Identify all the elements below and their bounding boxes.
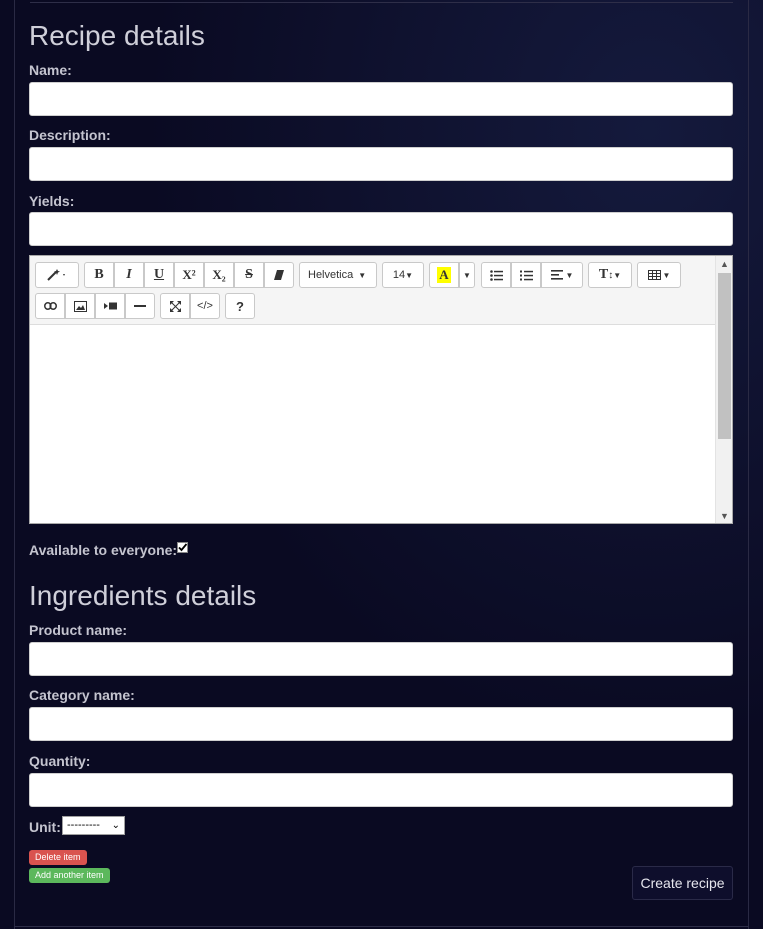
yields-label: Yields:	[29, 193, 75, 209]
font-size-dropdown[interactable]: 14 ▼	[382, 262, 424, 288]
line-height-icon[interactable]: T ↕ ▼	[588, 262, 632, 288]
scrollbar-thumb[interactable]	[718, 273, 731, 439]
recipe-heading: Recipe details	[29, 20, 205, 51]
table-icon[interactable]: ▼	[637, 262, 681, 288]
code-view-icon[interactable]: </>	[190, 293, 220, 319]
unordered-list-icon[interactable]	[481, 262, 511, 288]
help-icon[interactable]: ?	[225, 293, 255, 319]
ordered-list-icon[interactable]	[511, 262, 541, 288]
product-name-label: Product name:	[29, 622, 128, 638]
text-color-icon[interactable]: A	[429, 262, 459, 288]
scroll-up-icon[interactable]: ▲	[716, 257, 733, 271]
ingredients-heading: Ingredients details	[29, 580, 257, 611]
editor-toolbar: B I U X² X₂ S Helvetica ▼ 14 ▼ A ▼ ▼ T ↕…	[30, 256, 716, 325]
category-name-input[interactable]	[29, 707, 733, 741]
quantity-label: Quantity:	[29, 753, 91, 769]
product-name-input[interactable]	[29, 642, 733, 676]
available-label: Available to everyone:	[29, 542, 178, 558]
available-checkbox[interactable]	[177, 542, 188, 553]
chevron-down-icon: ⌄	[111, 820, 120, 831]
name-input[interactable]	[29, 82, 733, 116]
unit-label: Unit:	[29, 819, 61, 835]
description-label: Description:	[29, 127, 111, 143]
underline-button[interactable]: U	[144, 262, 174, 288]
bold-button[interactable]: B	[84, 262, 114, 288]
eraser-icon[interactable]	[264, 262, 294, 288]
delete-item-button[interactable]: Delete item	[29, 850, 87, 865]
editor-content-area[interactable]	[30, 326, 716, 523]
strikethrough-button[interactable]: S	[234, 262, 264, 288]
bottom-divider	[14, 926, 749, 927]
description-input[interactable]	[29, 147, 733, 181]
font-family-dropdown[interactable]: Helvetica ▼	[299, 262, 377, 288]
yields-input[interactable]	[29, 212, 733, 246]
align-icon[interactable]: ▼	[541, 262, 583, 288]
superscript-button[interactable]: X²	[174, 262, 204, 288]
category-name-label: Category name:	[29, 687, 135, 703]
editor-scrollbar[interactable]: ▲ ▼	[715, 256, 732, 523]
fullscreen-icon[interactable]	[160, 293, 190, 319]
link-icon[interactable]	[35, 293, 65, 319]
name-label: Name:	[29, 62, 72, 78]
rich-text-editor: B I U X² X₂ S Helvetica ▼ 14 ▼ A ▼ ▼ T ↕…	[29, 255, 733, 524]
scroll-down-icon[interactable]: ▼	[716, 509, 733, 523]
picture-icon[interactable]	[65, 293, 95, 319]
quantity-input[interactable]	[29, 773, 733, 807]
create-recipe-button[interactable]: Create recipe	[632, 866, 733, 900]
horizontal-rule-icon[interactable]	[125, 293, 155, 319]
checkmark-icon	[178, 543, 188, 552]
dropdown-caret-icon[interactable]: ▼	[459, 262, 475, 288]
subscript-button[interactable]: X₂	[204, 262, 234, 288]
add-another-item-button[interactable]: Add another item	[29, 868, 110, 883]
italic-button[interactable]: I	[114, 262, 144, 288]
magic-wand-icon[interactable]	[35, 262, 79, 288]
unit-select[interactable]: --------- ⌄	[62, 816, 125, 835]
video-icon[interactable]	[95, 293, 125, 319]
top-divider	[30, 2, 733, 3]
